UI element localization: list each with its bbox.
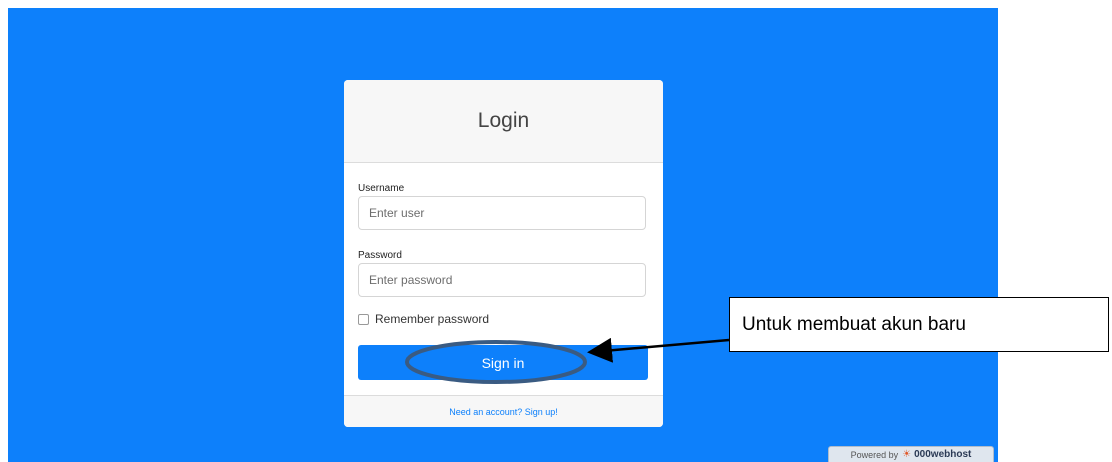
powered-by-label: Powered by (850, 449, 899, 460)
powered-by-badge[interactable]: Powered by ☀ 000webhost (828, 446, 994, 462)
000webhost-logo-icon: ☀ (902, 449, 912, 460)
annotation-callout: Untuk membuat akun baru (729, 297, 1109, 352)
callout-text: Untuk membuat akun baru (742, 313, 966, 335)
annotation-arrow (587, 337, 730, 363)
annotation-overlay (405, 337, 730, 384)
host-name: 000webhost (914, 449, 972, 460)
highlight-ellipse (405, 340, 587, 384)
